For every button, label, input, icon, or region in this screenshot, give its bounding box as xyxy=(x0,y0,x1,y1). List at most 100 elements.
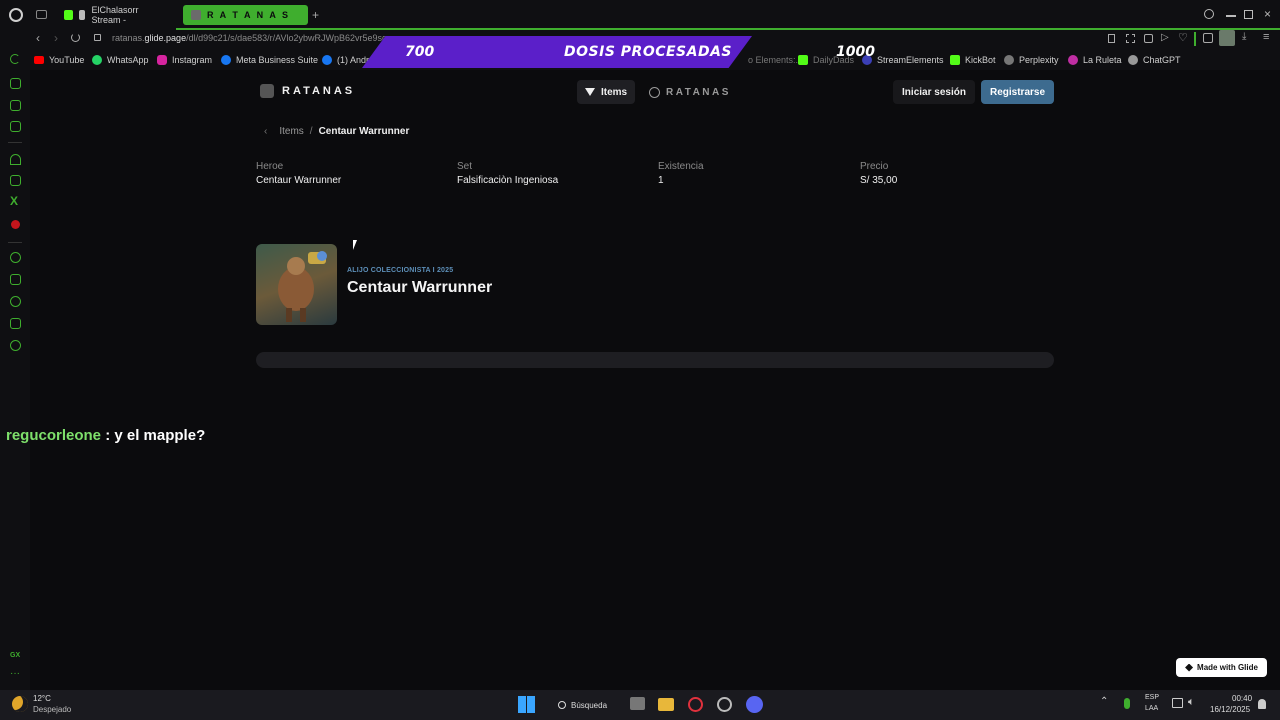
task-view-icon[interactable] xyxy=(630,697,645,710)
screenshot-icon[interactable] xyxy=(1126,34,1135,43)
centaur-illustration xyxy=(278,251,327,322)
bookmark-whatsapp[interactable]: WhatsApp xyxy=(92,53,149,67)
bookmark-label: StreamElements xyxy=(877,55,944,65)
browser-logo-icon[interactable] xyxy=(9,8,23,22)
breadcrumb-parent[interactable]: Items xyxy=(279,126,303,137)
sidebar-divider xyxy=(8,242,22,243)
weather-desc[interactable]: Despejado xyxy=(33,705,71,714)
url-field[interactable]: ratanas.glide.page/dl/d99c21/s/dae583/r/… xyxy=(112,33,387,43)
restore-button[interactable] xyxy=(1244,10,1253,19)
bookmark-elements[interactable]: o Elements:... xyxy=(748,53,803,67)
browser-tab-bar: ElChalasorr Stream - R A T A N A S + × xyxy=(0,0,1280,30)
nav-ratanas[interactable]: RATANAS xyxy=(641,80,739,104)
weather-temp[interactable]: 12°C xyxy=(33,694,51,703)
app-chrome-icon[interactable] xyxy=(717,697,732,712)
bookmark-icon[interactable] xyxy=(1108,34,1115,43)
sidebar-puzzle-icon[interactable] xyxy=(10,318,21,329)
notification-bell-icon[interactable] xyxy=(1258,699,1266,709)
bookmark-instagram[interactable]: Instagram xyxy=(157,53,212,67)
tab-elchalasorr[interactable]: ElChalasorr Stream - xyxy=(56,5,176,25)
menu-icon[interactable]: ≡ xyxy=(1263,31,1269,43)
heart-icon[interactable]: ♡ xyxy=(1178,31,1188,44)
youtube-icon xyxy=(34,56,44,64)
microphone-icon[interactable] xyxy=(1124,698,1130,709)
close-button[interactable]: × xyxy=(1264,7,1271,21)
tab-label: R A T A N A S xyxy=(207,10,290,20)
sidebar-bag-icon[interactable] xyxy=(10,78,21,89)
whatsapp-icon xyxy=(92,55,102,65)
download-icon[interactable]: ⤓ xyxy=(1242,31,1246,42)
bookmark-label: YouTube xyxy=(49,55,85,65)
app-logo[interactable]: RATANAS xyxy=(260,84,355,98)
tab-ratanas[interactable]: R A T A N A S xyxy=(183,5,308,25)
sidebar-graph-icon[interactable] xyxy=(10,100,21,111)
forward-button[interactable]: › xyxy=(54,31,58,45)
search-icon[interactable] xyxy=(1204,9,1214,19)
volume-icon[interactable]: 🔈︎ xyxy=(1188,696,1195,709)
register-button[interactable]: Registrarse xyxy=(981,80,1054,104)
windows-start-icon[interactable] xyxy=(518,696,535,713)
bookmark-label: WhatsApp xyxy=(107,55,149,65)
glide-logo-icon xyxy=(1185,663,1194,672)
sidebar-m-icon[interactable] xyxy=(10,121,21,132)
perplexity-icon xyxy=(1004,55,1014,65)
player-icon[interactable]: ▷ xyxy=(1161,32,1169,43)
url-prefix: ratanas. xyxy=(112,33,145,43)
overlay-right-value: 1000 xyxy=(836,44,875,60)
signin-button[interactable]: Iniciar sesión xyxy=(893,80,975,104)
bookmark-chatgpt[interactable]: ChatGPT xyxy=(1128,53,1181,67)
bookmark-perplexity[interactable]: Perplexity xyxy=(1004,53,1059,67)
discord-icon[interactable] xyxy=(746,696,763,713)
breadcrumb-separator: / xyxy=(309,126,313,137)
sidebar-clock-icon[interactable] xyxy=(10,296,21,307)
chevron-left-icon[interactable]: ‹ xyxy=(264,126,267,137)
sidebar-red-icon[interactable] xyxy=(11,220,20,229)
bookmark-meta[interactable]: Meta Business Suite xyxy=(221,53,318,67)
network-icon[interactable] xyxy=(1172,698,1183,708)
made-with-glide-badge[interactable]: Made with Glide xyxy=(1176,658,1267,677)
bookmark-label: Perplexity xyxy=(1019,55,1059,65)
sidebar-play-icon[interactable] xyxy=(10,252,21,263)
sidebar-reload-icon[interactable] xyxy=(10,54,20,64)
browser-sidebar: X GX ··· xyxy=(0,70,30,690)
made-with-label: Made with Glide xyxy=(1197,663,1258,672)
sidebar-gear-icon[interactable] xyxy=(10,340,21,351)
clock-time[interactable]: 00:40 xyxy=(1232,694,1252,703)
sidebar-more-icon[interactable]: ··· xyxy=(10,668,20,679)
lang-code[interactable]: ESP xyxy=(1145,694,1159,701)
detail-label: Set xyxy=(457,161,473,172)
lang-layout[interactable]: LAA xyxy=(1145,705,1158,712)
nav-items[interactable]: Items xyxy=(577,80,636,104)
sidebar-aria-icon[interactable] xyxy=(10,154,21,165)
item-image[interactable] xyxy=(256,244,337,325)
shield-icon[interactable] xyxy=(1144,34,1153,43)
register-label: Registrarse xyxy=(989,86,1046,98)
opera-gx-icon[interactable] xyxy=(688,697,703,712)
file-explorer-icon[interactable] xyxy=(658,698,674,711)
breadcrumb: ‹ Items / Centaur Warrunner xyxy=(264,126,409,137)
back-button[interactable]: ‹ xyxy=(36,31,40,45)
sidebar-x-icon[interactable]: X xyxy=(10,194,18,208)
clock-date[interactable]: 16/12/2025 xyxy=(1210,705,1250,714)
item-title: Centaur Warrunner xyxy=(347,279,493,296)
new-tab-button[interactable]: + xyxy=(312,8,319,22)
kick-icon xyxy=(64,10,74,20)
sidebar-box-icon[interactable] xyxy=(10,274,21,285)
bookmark-laruleta[interactable]: La Ruleta xyxy=(1068,53,1122,67)
detail-value: S/ 35,00 xyxy=(860,175,898,186)
bookmark-youtube[interactable]: YouTube xyxy=(34,53,84,67)
sidebar-gx-label[interactable]: GX xyxy=(10,652,20,659)
windows-taskbar: 12°C Despejado Búsqueda ⌃ ESP LAA 🔈︎ 00:… xyxy=(0,690,1280,720)
ruleta-icon xyxy=(1068,55,1078,65)
detail-label: Heroe xyxy=(256,161,284,172)
bookmark-kickbot[interactable]: KickBot xyxy=(950,53,996,67)
profile-avatar[interactable] xyxy=(1219,30,1235,46)
minimize-button[interactable] xyxy=(1226,15,1236,17)
extensions-icon[interactable] xyxy=(1203,33,1213,43)
tray-chevron-icon[interactable]: ⌃ xyxy=(1100,696,1108,707)
sidebar-twitch-icon[interactable] xyxy=(10,175,21,186)
workspace-icon[interactable] xyxy=(36,10,47,19)
taskbar-search[interactable]: Búsqueda xyxy=(552,694,622,716)
reload-icon[interactable] xyxy=(71,33,80,42)
overlay-center-text: DOSIS PROCESADAS xyxy=(564,44,733,60)
